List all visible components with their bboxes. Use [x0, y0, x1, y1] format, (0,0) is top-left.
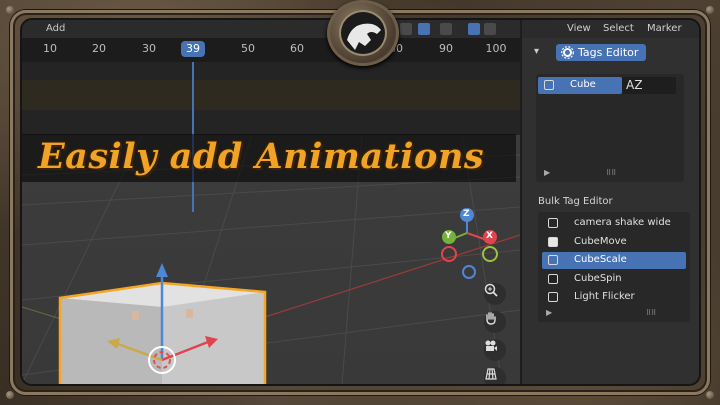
- overlay-title: Easily add Animations: [38, 136, 485, 177]
- gear-icon: [561, 46, 574, 59]
- list-item-label: CubeMove: [574, 236, 627, 247]
- camera-icon: [485, 340, 497, 351]
- expand-triangle-icon[interactable]: ▶: [544, 168, 550, 177]
- toolbar-icon[interactable]: [400, 23, 412, 35]
- keyframe-track: [22, 80, 520, 110]
- rivet-icon: [6, 6, 14, 14]
- resize-handle-icon[interactable]: ⠿⠿: [646, 309, 656, 317]
- checkbox-icon[interactable]: [548, 237, 558, 247]
- frame-medallion-icon: [327, 0, 399, 66]
- frame-ruler[interactable]: 10 20 30 50 60 80 90 100 39: [22, 38, 520, 62]
- gizmo-z-label: Z: [463, 209, 470, 219]
- filter-dropdown-icon[interactable]: [484, 23, 496, 35]
- frame-tick: 60: [290, 42, 304, 55]
- checkbox-icon[interactable]: [548, 292, 558, 302]
- timeline-editor: Add 10 20 30 50 60 80 90 100 39: [22, 20, 520, 135]
- list-item[interactable]: CubeScale: [542, 252, 686, 269]
- list-item-label: Light Flicker: [574, 291, 635, 302]
- marker-menu[interactable]: Marker: [647, 23, 682, 34]
- rivet-icon: [706, 6, 714, 14]
- frame-tick: 20: [92, 42, 106, 55]
- toolbar-icon[interactable]: [440, 23, 452, 35]
- tags-editor-label: Tags Editor: [578, 46, 639, 59]
- cursor-icon[interactable]: [548, 274, 558, 284]
- list-item-label: camera shake wide: [574, 217, 671, 228]
- frame-tick: 90: [439, 42, 453, 55]
- rivet-icon: [706, 391, 714, 399]
- gizmo-x-label: X: [486, 231, 493, 241]
- silhouette-icon: [347, 23, 381, 50]
- list-item[interactable]: CubeSpin: [542, 271, 686, 288]
- list-item-label: CubeScale: [574, 254, 627, 265]
- tag-row-cube[interactable]: Cube: [538, 77, 622, 94]
- view-menu[interactable]: View: [567, 23, 591, 34]
- filter-icon[interactable]: [468, 23, 480, 35]
- frame-tick: 50: [241, 42, 255, 55]
- bulk-tag-editor-title: Bulk Tag Editor: [538, 196, 613, 207]
- tag-label: Cube: [570, 79, 596, 90]
- list-item[interactable]: Light Flicker: [542, 289, 686, 306]
- current-frame-indicator[interactable]: 39: [181, 41, 205, 57]
- tags-editor-button[interactable]: Tags Editor: [556, 44, 647, 61]
- frame-tick: 10: [43, 42, 57, 55]
- list-item[interactable]: camera shake wide: [542, 215, 686, 232]
- bulk-tag-list[interactable]: camera shake wide CubeMove CubeScale Cub…: [538, 212, 690, 322]
- checkbox-icon[interactable]: [544, 80, 554, 90]
- hand-icon: [486, 312, 496, 325]
- grid-icon: [485, 368, 497, 380]
- zoom-icon: [484, 283, 498, 297]
- zoom-button[interactable]: [484, 283, 506, 305]
- frame-tick: 100: [485, 42, 507, 55]
- resize-handle-icon[interactable]: ⠿⠿: [606, 169, 616, 177]
- list-item[interactable]: CubeMove: [542, 234, 686, 251]
- sort-alpha-button[interactable]: AZ: [622, 77, 676, 94]
- checkbox-icon[interactable]: [548, 255, 558, 265]
- blender-screen: Add 10 20 30 50 60 80 90 100 39 Z Y X Vi…: [22, 20, 699, 384]
- collapse-chevron-icon[interactable]: ▾: [534, 46, 539, 57]
- sidebar-panel: View Select Marker ▾ Tags Editor Cube AZ…: [522, 20, 699, 384]
- keyframe-icon[interactable]: [418, 23, 430, 35]
- checkbox-icon[interactable]: [548, 218, 558, 228]
- tags-list[interactable]: Cube AZ ▶ ⠿⠿: [536, 74, 684, 182]
- camera-view-button[interactable]: [484, 339, 506, 361]
- add-menu[interactable]: Add: [46, 23, 65, 34]
- pan-button[interactable]: [484, 311, 506, 333]
- panel-menu-bar: View Select Marker: [522, 20, 699, 38]
- timeline-header: Add: [22, 20, 520, 38]
- select-menu[interactable]: Select: [603, 23, 634, 34]
- medallion-emblem: [339, 10, 387, 56]
- gizmo-y-label: Y: [445, 231, 452, 241]
- rivet-icon: [6, 391, 14, 399]
- ortho-toggle-button[interactable]: [484, 367, 506, 384]
- expand-triangle-icon[interactable]: ▶: [546, 308, 552, 317]
- frame-tick: 30: [142, 42, 156, 55]
- list-item-label: CubeSpin: [574, 273, 622, 284]
